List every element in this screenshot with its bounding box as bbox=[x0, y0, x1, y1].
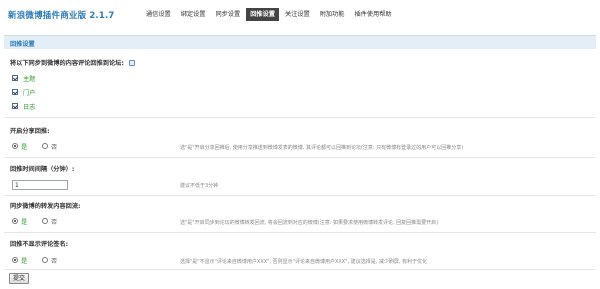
checkbox-icon[interactable] bbox=[12, 103, 18, 109]
section-title: 回推设置 bbox=[10, 41, 35, 48]
tab-communication[interactable]: 通信设置 bbox=[142, 8, 175, 21]
radio-share-no[interactable]: 否 bbox=[42, 142, 57, 151]
app-title: 新浪微博插件商业版 2.1.7 bbox=[8, 9, 115, 21]
checkbox-blog[interactable]: 日志 bbox=[12, 102, 36, 111]
tab-sync[interactable]: 同步设置 bbox=[212, 8, 245, 21]
radio-icon[interactable] bbox=[42, 257, 48, 263]
app-version: 2.1.7 bbox=[89, 11, 115, 21]
checkbox-label-thread: 主题 bbox=[23, 75, 36, 83]
divider bbox=[4, 232, 596, 233]
q1-label: 将以下同步到微博的内容评论回推到论坛: bbox=[10, 58, 135, 67]
section-header: 回推设置 bbox=[4, 35, 596, 49]
divider bbox=[4, 269, 596, 270]
radio-icon[interactable] bbox=[12, 143, 18, 149]
app-name: 新浪微博插件商业版 bbox=[8, 11, 87, 21]
q2-note: 选"是"开启分享回推后, 使用分享推送到微博发表的微博, 其评论都可以回推到论坛… bbox=[180, 145, 464, 151]
checkbox-label-portal: 门户 bbox=[23, 89, 36, 97]
tab-follow[interactable]: 关注设置 bbox=[281, 8, 314, 21]
radio-forward-yes[interactable]: 是 bbox=[12, 217, 27, 226]
radio-icon[interactable] bbox=[42, 218, 48, 224]
radio-share-yes[interactable]: 是 bbox=[12, 142, 27, 151]
q5-note: 选择"是"不显示"评论来自微博用户XXX", 否则显示"评论来自微博用户XXX"… bbox=[180, 259, 428, 265]
interval-input[interactable] bbox=[12, 180, 68, 190]
tab-pushback[interactable]: 回推设置 bbox=[246, 8, 279, 21]
checkbox-label-blog: 日志 bbox=[23, 103, 36, 111]
top-bar: 新浪微博插件商业版 2.1.7 通信设置 绑定设置 同步设置 回推设置 关注设置 … bbox=[0, 0, 600, 30]
divider bbox=[4, 117, 596, 118]
tab-binding[interactable]: 绑定设置 bbox=[177, 8, 210, 21]
tab-extra[interactable]: 附加功能 bbox=[316, 8, 349, 21]
checkbox-portal[interactable]: 门户 bbox=[12, 88, 36, 97]
q4-label: 同步微博的转发内容回流: bbox=[10, 203, 81, 210]
q2-label: 开启分享回推: bbox=[10, 128, 50, 135]
radio-signature-yes[interactable]: 是 bbox=[12, 256, 27, 265]
divider bbox=[4, 157, 596, 158]
divider bbox=[4, 195, 596, 196]
tab-help[interactable]: 插件使用帮助 bbox=[351, 8, 396, 21]
checkbox-icon[interactable] bbox=[12, 89, 18, 95]
q5-label: 回推不显示评论签名: bbox=[10, 241, 69, 248]
checkbox-thread[interactable]: 主题 bbox=[12, 74, 36, 83]
q4-note: 选"是"开启同步到论坛的微博转发回流, 将会回流到对应的微博(注意: 如果要求使… bbox=[180, 220, 439, 226]
radio-icon[interactable] bbox=[12, 218, 18, 224]
help-icon[interactable] bbox=[128, 60, 135, 66]
checkbox-icon[interactable] bbox=[12, 75, 18, 81]
q3-label: 回推时间间隔（分钟）: bbox=[10, 166, 75, 173]
radio-forward-no[interactable]: 否 bbox=[42, 217, 57, 226]
nav-tabs: 通信设置 绑定设置 同步设置 回推设置 关注设置 附加功能 插件使用帮助 bbox=[142, 8, 398, 21]
radio-signature-no[interactable]: 否 bbox=[42, 256, 57, 265]
radio-icon[interactable] bbox=[12, 257, 18, 263]
radio-icon[interactable] bbox=[42, 143, 48, 149]
submit-button[interactable]: 提交 bbox=[9, 273, 29, 284]
q3-note: 建议不低于3分钟 bbox=[180, 183, 219, 189]
